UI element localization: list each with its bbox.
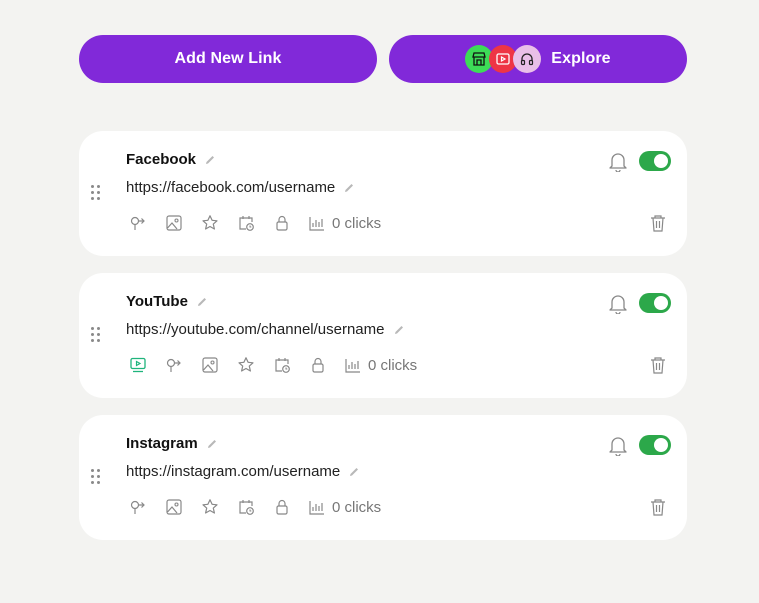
headphones-icon <box>513 45 542 73</box>
edit-url-pencil-icon[interactable] <box>393 324 405 336</box>
edit-url-pencil-icon[interactable] <box>348 466 360 478</box>
explore-button[interactable]: Explore <box>389 35 687 83</box>
link-card-facebook: Facebook https://facebook.com/username 0… <box>79 131 687 256</box>
add-new-link-button[interactable]: Add New Link <box>79 35 377 83</box>
star-icon[interactable] <box>236 355 256 375</box>
trash-icon[interactable] <box>649 355 667 375</box>
drag-handle-icon[interactable] <box>91 185 101 201</box>
bell-icon[interactable] <box>608 292 628 314</box>
redirect-icon[interactable] <box>128 213 148 233</box>
star-icon[interactable] <box>200 497 220 517</box>
redirect-icon[interactable] <box>164 355 184 375</box>
analytics-icon <box>309 501 324 515</box>
trash-icon[interactable] <box>649 213 667 233</box>
link-toolbar: 0 clicks <box>128 213 381 233</box>
star-icon[interactable] <box>200 213 220 233</box>
youtube-embed-icon[interactable] <box>128 355 148 375</box>
link-card-instagram: Instagram https://instagram.com/username… <box>79 415 687 540</box>
link-url[interactable]: https://instagram.com/username <box>126 463 340 480</box>
schedule-icon[interactable] <box>236 497 256 517</box>
thumbnail-icon[interactable] <box>164 497 184 517</box>
link-card-youtube: YouTube https://youtube.com/channel/user… <box>79 273 687 398</box>
link-url[interactable]: https://facebook.com/username <box>126 179 335 196</box>
bell-icon[interactable] <box>608 434 628 456</box>
thumbnail-icon[interactable] <box>200 355 220 375</box>
enable-toggle[interactable] <box>639 151 671 171</box>
analytics-icon <box>309 217 324 231</box>
top-actions: Add New Link Explore <box>79 35 687 83</box>
clicks-label: 0 clicks <box>332 214 382 232</box>
clicks-label: 0 clicks <box>368 356 418 374</box>
lock-icon[interactable] <box>272 497 292 517</box>
clicks-counter[interactable]: 0 clicks <box>344 356 417 374</box>
edit-title-pencil-icon[interactable] <box>196 296 208 308</box>
link-toolbar: 0 clicks <box>128 355 417 375</box>
link-title[interactable]: YouTube <box>126 293 188 310</box>
schedule-icon[interactable] <box>272 355 292 375</box>
schedule-icon[interactable] <box>236 213 256 233</box>
edit-title-pencil-icon[interactable] <box>206 438 218 450</box>
bell-icon[interactable] <box>608 150 628 172</box>
edit-title-pencil-icon[interactable] <box>204 154 216 166</box>
link-toolbar: 0 clicks <box>128 497 381 517</box>
link-title[interactable]: Instagram <box>126 435 198 452</box>
redirect-icon[interactable] <box>128 497 148 517</box>
explore-icons <box>465 45 542 73</box>
edit-url-pencil-icon[interactable] <box>343 182 355 194</box>
clicks-counter[interactable]: 0 clicks <box>308 498 381 516</box>
enable-toggle[interactable] <box>639 435 671 455</box>
lock-icon[interactable] <box>272 213 292 233</box>
link-url[interactable]: https://youtube.com/channel/username <box>126 321 385 338</box>
link-title[interactable]: Facebook <box>126 151 196 168</box>
lock-icon[interactable] <box>308 355 328 375</box>
thumbnail-icon[interactable] <box>164 213 184 233</box>
analytics-icon <box>345 359 360 373</box>
clicks-label: 0 clicks <box>332 498 382 516</box>
trash-icon[interactable] <box>649 497 667 517</box>
explore-label: Explore <box>551 50 611 67</box>
drag-handle-icon[interactable] <box>91 469 101 485</box>
enable-toggle[interactable] <box>639 293 671 313</box>
drag-handle-icon[interactable] <box>91 327 101 343</box>
clicks-counter[interactable]: 0 clicks <box>308 214 381 232</box>
